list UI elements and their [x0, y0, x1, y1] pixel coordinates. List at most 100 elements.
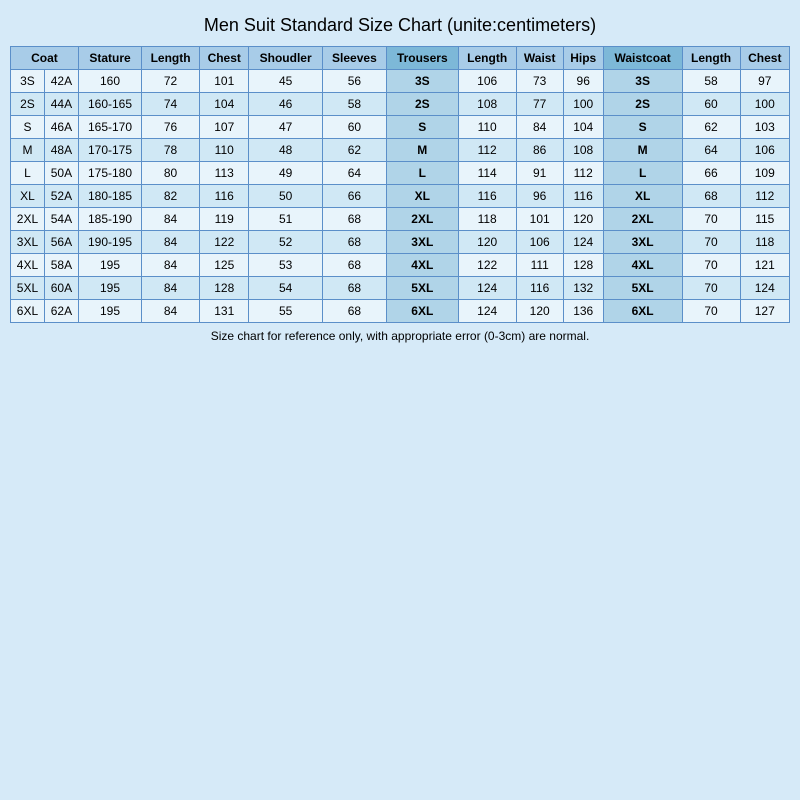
t-length-val: 114 — [458, 162, 516, 185]
waist-header: Waist — [516, 47, 563, 70]
hips-val: 100 — [563, 93, 603, 116]
coat-code: 46A — [44, 116, 78, 139]
trousers-size: 5XL — [386, 277, 458, 300]
hips-val: 124 — [563, 231, 603, 254]
coat-code: 62A — [44, 300, 78, 323]
chest-val: 119 — [200, 208, 249, 231]
coat-code: 52A — [44, 185, 78, 208]
chest-val: 122 — [200, 231, 249, 254]
chest-val: 101 — [200, 70, 249, 93]
t-length-val: 122 — [458, 254, 516, 277]
table-row: 2S44A160-1657410446582S108771002S60100 — [11, 93, 790, 116]
chest-val: 131 — [200, 300, 249, 323]
length-val: 76 — [142, 116, 200, 139]
w-chest-val: 109 — [740, 162, 789, 185]
w-chest-val: 121 — [740, 254, 789, 277]
hips-header: Hips — [563, 47, 603, 70]
w-chest-val: 118 — [740, 231, 789, 254]
table-row: XL52A180-185821165066XL11696116XL68112 — [11, 185, 790, 208]
t-length-val: 124 — [458, 300, 516, 323]
page-title: Men Suit Standard Size Chart (unite:cent… — [204, 15, 596, 36]
waist-val: 111 — [516, 254, 563, 277]
w-chest-val: 112 — [740, 185, 789, 208]
waist-val: 73 — [516, 70, 563, 93]
hips-val: 132 — [563, 277, 603, 300]
hips-val: 96 — [563, 70, 603, 93]
trousers-size: 2S — [386, 93, 458, 116]
length-header: Length — [142, 47, 200, 70]
hips-val: 120 — [563, 208, 603, 231]
stature-val: 185-190 — [78, 208, 141, 231]
stature-val: 160 — [78, 70, 141, 93]
chest-val: 128 — [200, 277, 249, 300]
trousers-size: L — [386, 162, 458, 185]
chest-val: 107 — [200, 116, 249, 139]
coat-code: 48A — [44, 139, 78, 162]
waist-val: 77 — [516, 93, 563, 116]
sleeves-val: 68 — [322, 254, 386, 277]
w-length-header: Length — [682, 47, 740, 70]
waist-val: 101 — [516, 208, 563, 231]
trousers-size: 4XL — [386, 254, 458, 277]
sleeves-val: 68 — [322, 300, 386, 323]
w-chest-val: 124 — [740, 277, 789, 300]
coat-size: 2XL — [11, 208, 45, 231]
coat-size: S — [11, 116, 45, 139]
w-chest-val: 103 — [740, 116, 789, 139]
w-length-val: 70 — [682, 300, 740, 323]
w-length-val: 70 — [682, 231, 740, 254]
shoulder-val: 55 — [249, 300, 322, 323]
t-length-val: 116 — [458, 185, 516, 208]
chest-header: Chest — [200, 47, 249, 70]
waistcoat-size: 5XL — [603, 277, 682, 300]
table-row: 6XL62A1958413155686XL1241201366XL70127 — [11, 300, 790, 323]
coat-code: 60A — [44, 277, 78, 300]
coat-header: Coat — [11, 47, 79, 70]
waistcoat-size: 6XL — [603, 300, 682, 323]
t-length-header: Length — [458, 47, 516, 70]
stature-val: 170-175 — [78, 139, 141, 162]
coat-size: 5XL — [11, 277, 45, 300]
t-length-val: 124 — [458, 277, 516, 300]
length-val: 72 — [142, 70, 200, 93]
trousers-size: 3XL — [386, 231, 458, 254]
shoulder-val: 48 — [249, 139, 322, 162]
chest-val: 104 — [200, 93, 249, 116]
table-row: 2XL54A185-1908411951682XL1181011202XL701… — [11, 208, 790, 231]
length-val: 84 — [142, 254, 200, 277]
waistcoat-size: XL — [603, 185, 682, 208]
shoulder-val: 53 — [249, 254, 322, 277]
sleeves-val: 68 — [322, 277, 386, 300]
waist-val: 84 — [516, 116, 563, 139]
length-val: 84 — [142, 231, 200, 254]
hips-val: 128 — [563, 254, 603, 277]
sleeves-val: 68 — [322, 208, 386, 231]
shoulder-val: 46 — [249, 93, 322, 116]
w-chest-val: 100 — [740, 93, 789, 116]
chest-val: 116 — [200, 185, 249, 208]
stature-val: 175-180 — [78, 162, 141, 185]
shoulder-val: 50 — [249, 185, 322, 208]
coat-code: 54A — [44, 208, 78, 231]
w-length-val: 62 — [682, 116, 740, 139]
table-row: 5XL60A1958412854685XL1241161325XL70124 — [11, 277, 790, 300]
waistcoat-size: 3S — [603, 70, 682, 93]
length-val: 82 — [142, 185, 200, 208]
table-row: S46A165-170761074760S11084104S62103 — [11, 116, 790, 139]
hips-val: 104 — [563, 116, 603, 139]
t-length-val: 112 — [458, 139, 516, 162]
t-length-val: 106 — [458, 70, 516, 93]
coat-code: 50A — [44, 162, 78, 185]
shoulder-val: 52 — [249, 231, 322, 254]
waist-val: 91 — [516, 162, 563, 185]
table-row: L50A175-180801134964L11491112L66109 — [11, 162, 790, 185]
waist-val: 106 — [516, 231, 563, 254]
w-length-val: 60 — [682, 93, 740, 116]
shoulder-header: Shoudler — [249, 47, 322, 70]
coat-code: 58A — [44, 254, 78, 277]
length-val: 74 — [142, 93, 200, 116]
stature-val: 195 — [78, 300, 141, 323]
sleeves-val: 64 — [322, 162, 386, 185]
sleeves-val: 62 — [322, 139, 386, 162]
length-val: 78 — [142, 139, 200, 162]
